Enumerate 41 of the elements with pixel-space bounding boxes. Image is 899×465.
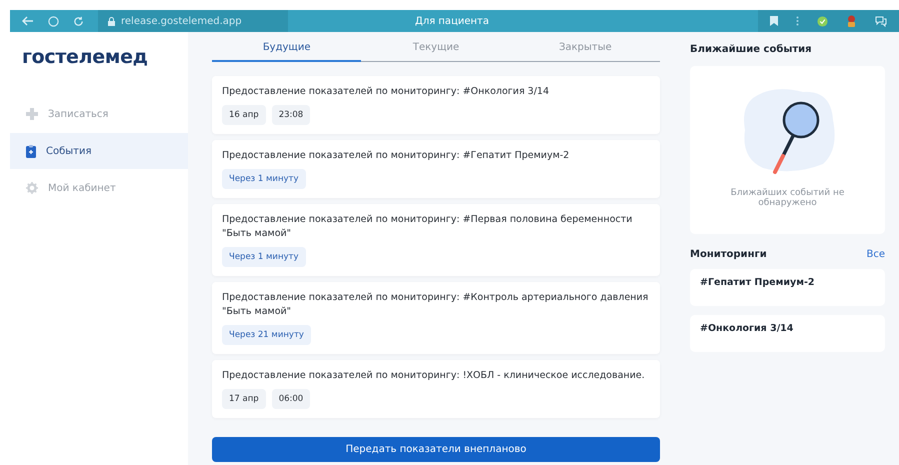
clipboard-icon xyxy=(26,144,36,158)
monitoring-card[interactable]: #Онкология 3/14 xyxy=(690,315,885,352)
event-card[interactable]: Предоставление показателей по мониторингу: #Первая половина беременности "Быть мамой" Через 1 минуту xyxy=(212,204,660,276)
countdown-tag: Через 1 минуту xyxy=(222,247,306,267)
date-tag: 17 апр xyxy=(222,389,266,409)
event-title: Предоставление показателей по мониторингу: #Онкология 3/14 xyxy=(222,85,550,99)
logo-text: гостелемед xyxy=(21,45,149,70)
event-card[interactable]: Предоставление показателей по мониторингу: #Контроль артериального давления "Быть мамой" Через 21 минуту xyxy=(212,282,660,354)
monitoring-card[interactable]: #Гепатит Премиум-2 xyxy=(690,269,885,306)
lock-icon xyxy=(108,16,115,26)
extension-icon[interactable] xyxy=(846,15,857,27)
plus-icon xyxy=(26,108,38,120)
event-card[interactable]: Предоставление показателей по мониторингу: #Онкология 3/14 16 апр 23:08 xyxy=(212,76,660,134)
date-tag: 06:00 xyxy=(272,389,310,409)
countdown-tag: Через 1 минуту xyxy=(222,169,306,189)
submit-button[interactable]: Передать показатели внепланово xyxy=(212,437,660,462)
event-title: Предоставление показателей по мониторингу: #Контроль артериального давления "Быть мамой" xyxy=(222,291,650,319)
bookmark-icon[interactable] xyxy=(770,16,778,26)
all-link[interactable]: Все xyxy=(866,249,885,260)
date-tag: 23:08 xyxy=(272,105,310,125)
event-title: Предоставление показателей по мониторингу: #Гепатит Премиум-2 xyxy=(222,149,570,163)
url-text: release.gostelemed.app xyxy=(121,16,242,26)
chat-icon[interactable] xyxy=(875,16,887,26)
event-card[interactable]: Предоставление показателей по мониторингу: #Гепатит Премиум-2 Через 1 минуту xyxy=(212,140,660,198)
section-title: Ближайшие события xyxy=(690,44,813,55)
date-tag: 16 апр xyxy=(222,105,266,125)
event-title: Предоставление показателей по мониторингу: !ХОБЛ - клиническое исследование. xyxy=(222,369,646,383)
empty-state-text: Ближайших событий не обнаружено xyxy=(730,188,846,208)
sidebar-item[interactable]: События xyxy=(10,133,188,169)
circle-icon[interactable] xyxy=(48,16,59,26)
back-arrow-icon[interactable] xyxy=(22,16,34,26)
tab[interactable]: Будущие xyxy=(212,36,362,62)
section-title: Мониторинги xyxy=(690,249,767,260)
countdown-tag: Через 21 минуту xyxy=(222,325,311,345)
shield-icon[interactable] xyxy=(817,16,828,26)
page-title: Для пациента xyxy=(415,16,490,26)
more-icon[interactable] xyxy=(796,16,799,26)
event-title: Предоставление показателей по мониторингу: #Первая половина беременности "Быть мамой" xyxy=(222,213,634,241)
reload-icon[interactable] xyxy=(73,16,84,26)
gear-icon xyxy=(26,182,38,194)
event-card[interactable]: Предоставление показателей по мониторингу: !ХОБЛ - клиническое исследование. 17 апр 06:00 xyxy=(212,360,660,418)
